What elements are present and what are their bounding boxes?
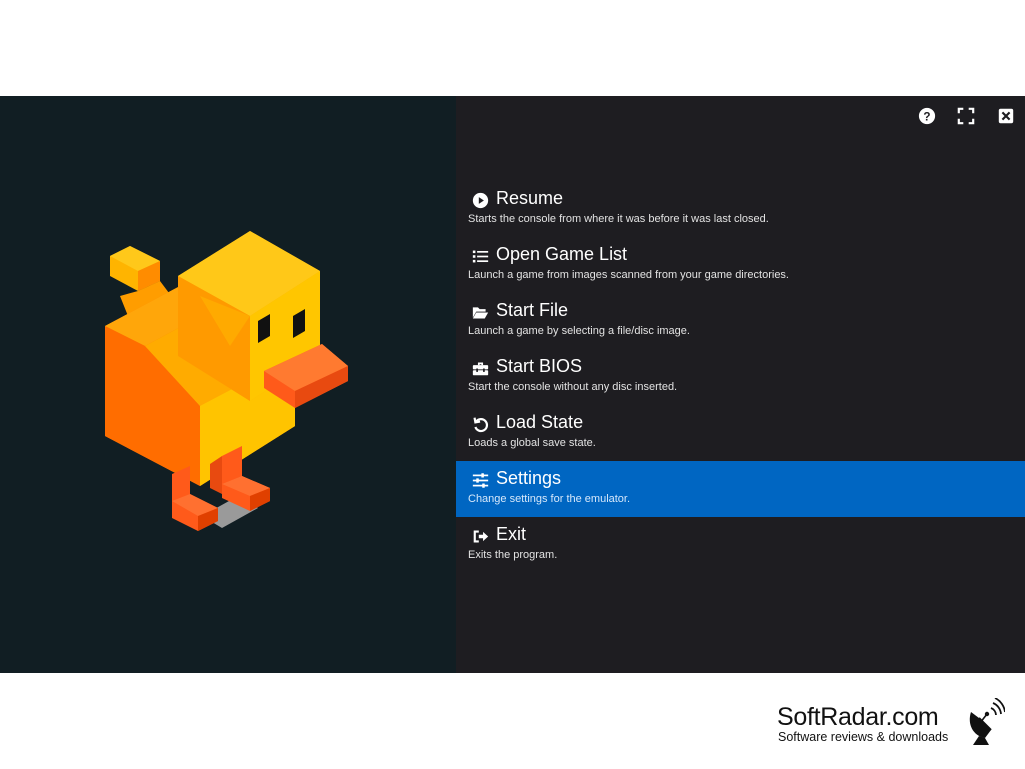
- watermark-tagline: Software reviews & downloads: [778, 730, 949, 744]
- radar-dish-icon: [969, 698, 1005, 745]
- menu-item-title: Resume: [496, 188, 564, 208]
- duck-logo: [105, 231, 348, 531]
- help-icon[interactable]: ?: [915, 104, 939, 128]
- main-menu: Resume Starts the console from where it …: [456, 181, 1025, 573]
- menu-item-title: Load State: [496, 412, 584, 432]
- logo-pane: [0, 96, 456, 673]
- menu-item-load-state[interactable]: Load State Loads a global save state.: [456, 405, 1025, 461]
- menu-item-open-game-list[interactable]: Open Game List Launch a game from images…: [456, 237, 1025, 293]
- list-icon: [471, 247, 489, 265]
- svg-text:?: ?: [923, 111, 930, 124]
- menu-item-description: Launch a game by selecting a file/disc i…: [468, 325, 690, 337]
- play-circle-icon: [471, 191, 489, 209]
- menu-item-start-file[interactable]: Start File Launch a game by selecting a …: [456, 293, 1025, 349]
- menu-item-description: Starts the console from where it was bef…: [468, 213, 769, 225]
- folder-open-icon: [471, 303, 489, 321]
- menu-item-resume[interactable]: Resume Starts the console from where it …: [456, 181, 1025, 237]
- watermark-footer: SoftRadar.com Software reviews & downloa…: [0, 673, 1025, 769]
- sign-out-icon: [471, 527, 489, 545]
- undo-icon: [471, 415, 489, 433]
- sliders-icon: [471, 471, 489, 489]
- menu-item-description: Launch a game from images scanned from y…: [468, 269, 789, 281]
- menu-item-start-bios[interactable]: Start BIOS Start the console without any…: [456, 349, 1025, 405]
- emulator-window: ? Resume Starts the console from where i…: [0, 96, 1025, 673]
- menu-item-title: Settings: [496, 468, 562, 488]
- menu-item-description: Change settings for the emulator.: [468, 493, 631, 505]
- close-icon[interactable]: [994, 104, 1018, 128]
- menu-item-title: Start BIOS: [496, 356, 583, 376]
- main-menu-pane: ? Resume Starts the console from where i…: [456, 96, 1025, 673]
- toolbox-icon: [471, 359, 489, 377]
- menu-item-description: Loads a global save state.: [468, 437, 596, 449]
- watermark-name: SoftRadar.com: [777, 703, 939, 731]
- menu-item-title: Open Game List: [496, 244, 628, 264]
- menu-item-title: Start File: [496, 300, 569, 320]
- fullscreen-icon[interactable]: [954, 104, 978, 128]
- menu-item-exit[interactable]: Exit Exits the program.: [456, 517, 1025, 573]
- menu-item-title: Exit: [496, 524, 527, 544]
- menu-item-description: Exits the program.: [468, 549, 558, 561]
- menu-item-description: Start the console without any disc inser…: [468, 381, 678, 393]
- menu-item-settings[interactable]: Settings Change settings for the emulato…: [456, 461, 1025, 517]
